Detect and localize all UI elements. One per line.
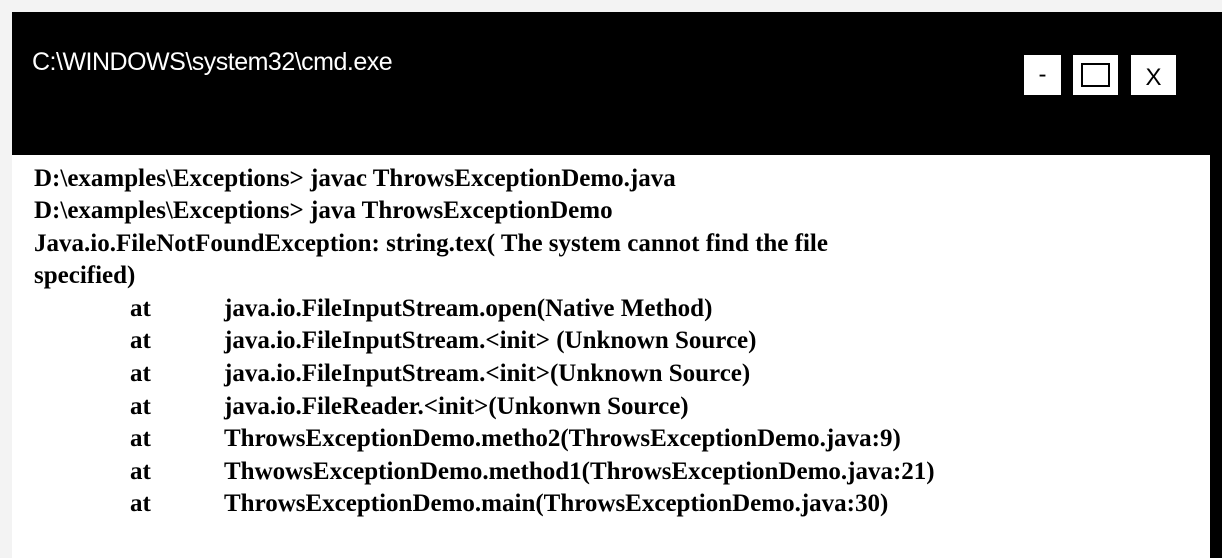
console-line-javac: D:\examples\Exceptions> javac ThrowsExce… [34, 165, 676, 192]
console-output[interactable]: D:\examples\Exceptions> javac ThrowsExce… [12, 155, 1210, 558]
maximize-icon [1081, 63, 1110, 87]
cmd-window: C:\WINDOWS\system32\cmd.exe - X D:\examp… [12, 12, 1222, 558]
stack-frame: ThrowsExceptionDemo.metho2(ThrowsExcepti… [224, 425, 901, 452]
stack-at-keyword: at [130, 425, 151, 452]
close-icon: X [1145, 64, 1162, 91]
stack-at-keyword: at [130, 295, 151, 322]
stack-at-keyword: at [130, 490, 151, 517]
stack-at-keyword: at [130, 327, 151, 354]
stack-frame: java.io.FileInputStream.open(Native Meth… [224, 295, 713, 322]
stack-frame: ThwowsExceptionDemo.method1(ThrowsExcept… [224, 458, 935, 485]
stack-frame: ThrowsExceptionDemo.main(ThrowsException… [224, 490, 889, 517]
stack-at-keyword: at [130, 360, 151, 387]
title-bar[interactable]: C:\WINDOWS\system32\cmd.exe - X [12, 12, 1222, 155]
minimize-button[interactable]: - [1023, 54, 1062, 96]
console-line-exception: Java.io.FileNotFoundException: string.te… [34, 230, 828, 257]
close-button[interactable]: X [1130, 54, 1177, 96]
maximize-button[interactable] [1072, 54, 1119, 96]
window-title: C:\WINDOWS\system32\cmd.exe [32, 48, 393, 76]
console-line-exception-cont: specified) [34, 262, 136, 289]
stack-frame: java.io.FileInputStream.<init>(Unknown S… [224, 360, 751, 387]
stack-frame: java.io.FileReader.<init>(Unkonwn Source… [224, 393, 689, 420]
minimize-icon: - [1038, 61, 1047, 88]
stack-frame: java.io.FileInputStream.<init> (Unknown … [224, 327, 757, 354]
stack-at-keyword: at [130, 393, 151, 420]
console-line-java: D:\examples\Exceptions> java ThrowsExcep… [34, 197, 613, 224]
stack-at-keyword: at [130, 458, 151, 485]
